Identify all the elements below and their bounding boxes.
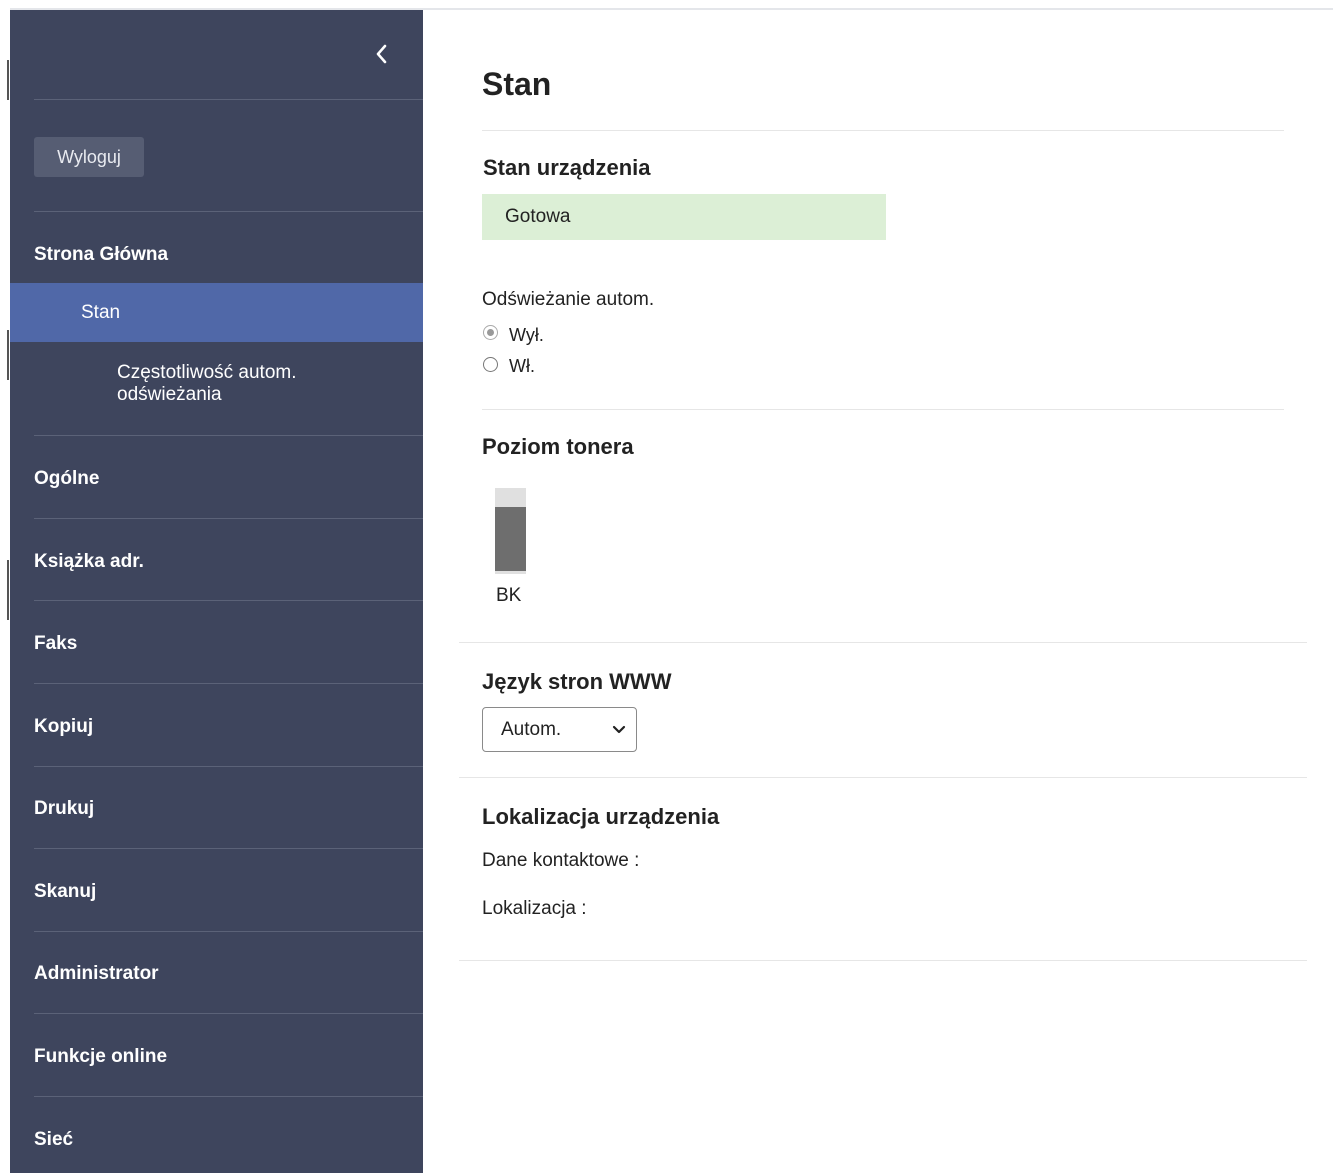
language-heading: Język stron WWW [482,669,672,694]
language-select[interactable]: Autom. [482,707,637,752]
divider [34,211,423,212]
sidebar-subitem-status[interactable]: Stan [10,283,423,342]
divider [34,848,423,849]
divider [34,518,423,519]
toner-level-fill [495,507,526,571]
sidebar-item-address-book[interactable]: Książka adr. [34,551,144,573]
sidebar-subitem-label: Stan [81,302,121,323]
top-border [0,0,1333,10]
sidebar-item-copy[interactable]: Kopiuj [34,716,93,738]
main-content: Stan Stan urządzenia Gotowa Odświeżanie … [423,10,1333,1173]
divider [34,683,423,684]
edge-mark [7,60,9,100]
auto-refresh-on-radio[interactable] [483,357,498,372]
divider [34,766,423,767]
contact-label: Dane kontaktowe : [482,850,640,871]
sidebar-item-scan[interactable]: Skanuj [34,881,96,903]
sidebar-item-fax[interactable]: Faks [34,633,77,655]
device-status-heading: Stan urządzenia [483,155,651,180]
window-left-edge [0,0,10,1173]
divider [34,1013,423,1014]
toner-level-heading: Poziom tonera [482,434,634,459]
divider [34,435,423,436]
chevron-down-icon [612,725,626,734]
divider [34,600,423,601]
sidebar-item-general[interactable]: Ogólne [34,468,99,490]
edge-mark [7,330,9,380]
auto-refresh-off-radio[interactable] [483,325,498,340]
device-status-badge: Gotowa [482,194,886,240]
toner-color-label: BK [496,585,522,606]
page-title: Stan [482,66,552,102]
auto-refresh-on-label: Wł. [509,356,535,376]
divider [482,409,1284,410]
location-label: Lokalizacja : [482,898,587,919]
divider [482,130,1284,131]
sidebar-subitem-label-line1: Częstotliwość autom. [117,362,297,383]
edge-mark [7,560,9,620]
divider [34,99,423,100]
sidebar: Wyloguj Strona Główna Stan Częstotliwość… [10,10,423,1173]
divider [459,777,1307,778]
auto-refresh-off-label: Wył. [509,325,544,345]
sidebar-item-online-functions[interactable]: Funkcje online [34,1046,167,1068]
chevron-left-icon[interactable] [370,42,394,66]
auto-refresh-label: Odświeżanie autom. [482,289,655,310]
divider [34,931,423,932]
sidebar-item-administrator[interactable]: Administrator [34,963,159,985]
logout-button[interactable]: Wyloguj [34,137,144,177]
divider [459,960,1307,961]
divider [459,642,1307,643]
toner-level-bar [495,488,526,574]
device-location-heading: Lokalizacja urządzenia [482,804,720,829]
sidebar-subitem-label-line2: odświeżania [117,384,222,405]
language-select-value: Autom. [501,719,562,740]
sidebar-item-home[interactable]: Strona Główna [34,244,168,266]
sidebar-subitem-refresh-frequency[interactable]: Częstotliwość autom. odświeżania [117,362,297,406]
sidebar-item-print[interactable]: Drukuj [34,798,94,820]
divider [34,1096,423,1097]
sidebar-item-network[interactable]: Sieć [34,1129,73,1151]
